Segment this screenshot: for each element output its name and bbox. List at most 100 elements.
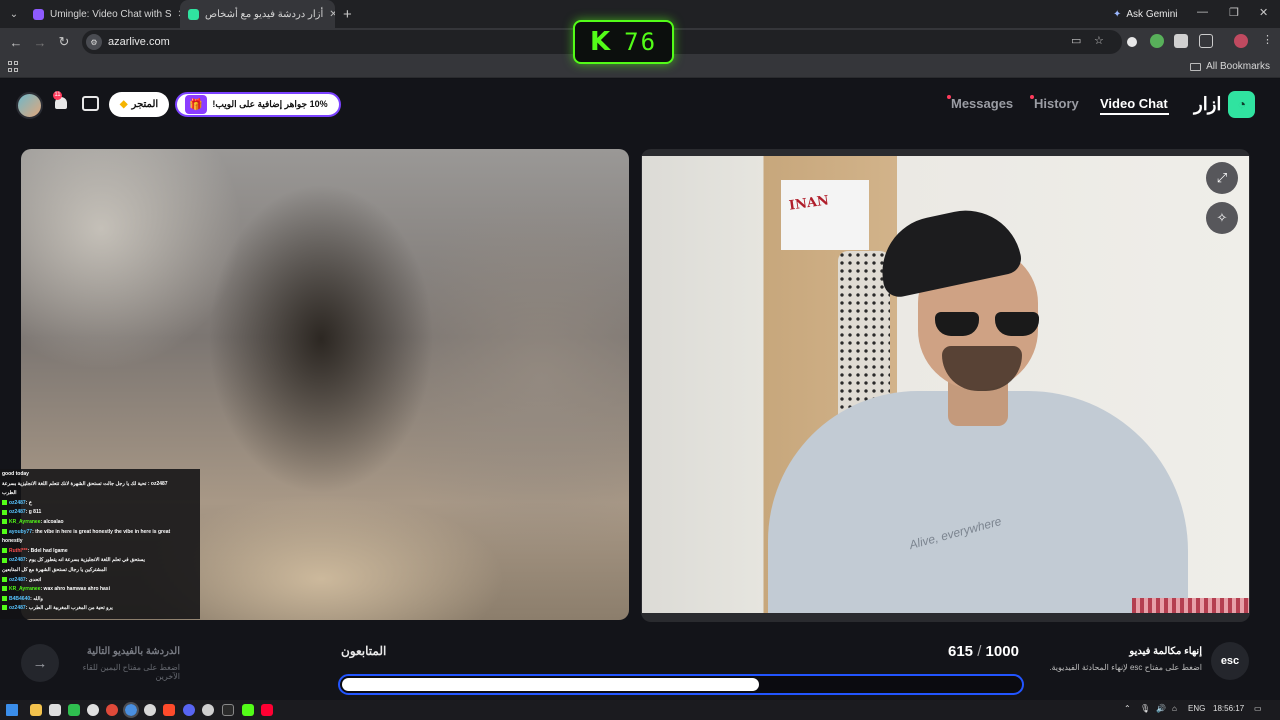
microphone-icon[interactable]: 🎙: [1140, 704, 1150, 713]
browser-tab-azar[interactable]: أزار دردشة فيديو مع أشخاص ✕: [180, 0, 335, 28]
followers-counter: 615 / 1000: [948, 643, 1019, 660]
azar-favicon-icon: [188, 8, 199, 20]
tray-chevron-icon[interactable]: ⌃: [1124, 704, 1131, 713]
chat-badge-icon: [2, 595, 7, 601]
all-bookmarks-button[interactable]: All Bookmarks: [1190, 61, 1270, 72]
speaker-icon[interactable]: 🔊: [1156, 704, 1166, 713]
sunglasses: [935, 312, 1043, 340]
nav-history[interactable]: History: [1034, 96, 1079, 111]
notification-badge: 11: [53, 91, 62, 100]
extension-icon[interactable]: [1127, 37, 1137, 47]
next-chat-arrow-icon[interactable]: →: [21, 644, 59, 682]
gift-box-icon[interactable]: [82, 96, 99, 111]
chat-text: الطرب: [2, 490, 17, 497]
fullscreen-icon[interactable]: ⤢: [1206, 162, 1238, 194]
chat-message: KR_Ayrranee: alcoalao: [2, 518, 198, 528]
new-tab-button[interactable]: +: [343, 6, 352, 23]
nav-messages[interactable]: Messages: [951, 96, 1013, 111]
reload-icon[interactable]: ↻: [52, 34, 76, 50]
windows-start-icon[interactable]: [6, 704, 18, 716]
network-icon[interactable]: ⌂: [1172, 704, 1177, 713]
chrome-active-icon[interactable]: [123, 702, 139, 718]
chat-text: : wax ahro hamwas ahro hasi: [40, 586, 110, 593]
followers-goal: 1000: [985, 643, 1019, 660]
bookmark-star-icon[interactable]: ☆: [1094, 34, 1104, 47]
youtube-icon[interactable]: [261, 704, 273, 716]
maximize-icon[interactable]: ❐: [1229, 6, 1239, 19]
tab-search-icon[interactable]: ⌄: [3, 3, 25, 25]
chrome-profile-icon[interactable]: [106, 704, 118, 716]
ask-gemini-button[interactable]: ✦ Ask Gemini: [1105, 5, 1186, 23]
obs-icon[interactable]: [202, 704, 214, 716]
browser-tab-umingle[interactable]: Umingle: Video Chat with S ✕: [25, 0, 180, 28]
tab-title: أزار دردشة فيديو مع أشخاص: [205, 8, 324, 20]
discord-icon[interactable]: [183, 704, 195, 716]
chrome-icon[interactable]: [87, 704, 99, 716]
apps-grid-icon[interactable]: [8, 61, 19, 72]
brave-icon[interactable]: [163, 704, 175, 716]
chat-badge-icon: [2, 576, 7, 582]
windows-taskbar: ⌃ 🎙 🔊 ⌂ ENG 18:56:17 ▭: [0, 700, 1280, 720]
chat-message: المشتركين يا رجال تستحق الشهرة مع كل الم…: [2, 566, 198, 576]
user-avatar[interactable]: [16, 92, 43, 119]
close-window-icon[interactable]: ✕: [1259, 6, 1268, 19]
clock[interactable]: 18:56:17: [1213, 704, 1244, 713]
chat-message: oz2487: يرو تحية من المغرب المغربية الى …: [2, 604, 198, 614]
next-chat-title: الدردشة بالفيديو التالية: [86, 646, 180, 657]
folder-icon: [1190, 62, 1202, 71]
chat-message: oz2487: اتحدى: [2, 576, 198, 586]
followers-label: المتابعون: [341, 644, 387, 658]
chat-text: تحية لك يا رجل جالت تستحق الشهرة لانك تت…: [2, 480, 168, 487]
chat-username: KR_Ayrranee: [9, 586, 41, 593]
notifications-bell-icon[interactable]: 11: [53, 91, 69, 113]
whatsapp-icon[interactable]: [68, 704, 80, 716]
effects-wand-icon[interactable]: ✧: [1206, 202, 1238, 234]
chat-text: : اتحدى: [25, 576, 42, 583]
extensions-puzzle-icon[interactable]: [1199, 34, 1213, 48]
rug: [1132, 598, 1249, 613]
capcut-icon[interactable]: [222, 704, 234, 716]
chat-text: : يستحق في تعلم اللغة الانجليزية بسرعة ا…: [25, 557, 145, 564]
site-info-icon[interactable]: ⚙: [86, 34, 102, 50]
chat-text: : the vibe in here is great honestly the…: [32, 528, 171, 535]
forward-icon[interactable]: →: [28, 35, 52, 50]
kick-viewer-overlay: K 76: [573, 20, 674, 64]
kick-app-icon[interactable]: [242, 704, 254, 716]
chat-message: KR_Ayrranee: wax ahro hamwas ahro hasi: [2, 585, 198, 595]
profile-avatar-icon[interactable]: [1234, 34, 1248, 48]
site-header: 11 ◆ المتجر 🎁 10% جواهر إضافية على الويب…: [0, 79, 1280, 131]
local-camera-video: INAN Alive, everywhere ⤢ ✧: [641, 149, 1250, 622]
chat-badge-icon: [2, 557, 7, 563]
chrome-alt-icon[interactable]: [144, 704, 156, 716]
ask-gemini-label: Ask Gemini: [1126, 8, 1178, 20]
promo-banner[interactable]: 🎁 10% جواهر إضافية على الويب!: [175, 92, 341, 117]
back-icon[interactable]: ←: [4, 35, 28, 50]
chat-message: oz2487: يستحق في تعلم اللغة الانجليزية ب…: [2, 556, 198, 566]
store-button[interactable]: ◆ المتجر: [109, 92, 169, 117]
chat-message: honestly: [2, 537, 198, 547]
end-call-esc-button[interactable]: esc: [1211, 642, 1249, 680]
notification-center-icon[interactable]: ▭: [1254, 704, 1262, 713]
tab-close-icon[interactable]: ✕: [172, 9, 180, 20]
chat-username: oz2487: [9, 509, 26, 516]
next-chat-hint: اضغط على مفتاح اليمين للقاء الآخرين: [82, 663, 180, 681]
store-app-icon[interactable]: [49, 704, 61, 716]
extension-icon[interactable]: [1150, 34, 1164, 48]
gift-icon: 🎁: [185, 95, 207, 114]
all-bookmarks-label: All Bookmarks: [1206, 61, 1270, 72]
language-indicator[interactable]: ENG: [1188, 704, 1205, 713]
chat-username: oz2487: [9, 499, 26, 506]
minimize-icon[interactable]: —: [1197, 6, 1208, 18]
cast-icon[interactable]: ▭: [1071, 34, 1081, 47]
chat-message: oz2487: خ: [2, 499, 198, 509]
promo-label: 10% جواهر إضافية على الويب!: [212, 99, 328, 109]
azar-brand[interactable]: ازار ◔: [1194, 90, 1256, 118]
chat-username: oz2487: [9, 605, 26, 612]
nav-video-chat[interactable]: Video Chat: [1100, 96, 1168, 111]
chat-message: ayouby77: the vibe in here is great hone…: [2, 528, 198, 538]
chat-message: الطرب: [2, 489, 198, 499]
file-explorer-icon[interactable]: [30, 704, 42, 716]
tab-close-icon[interactable]: ✕: [323, 9, 335, 20]
extension-icon[interactable]: [1174, 34, 1188, 48]
browser-menu-icon[interactable]: ⋮: [1262, 33, 1276, 47]
